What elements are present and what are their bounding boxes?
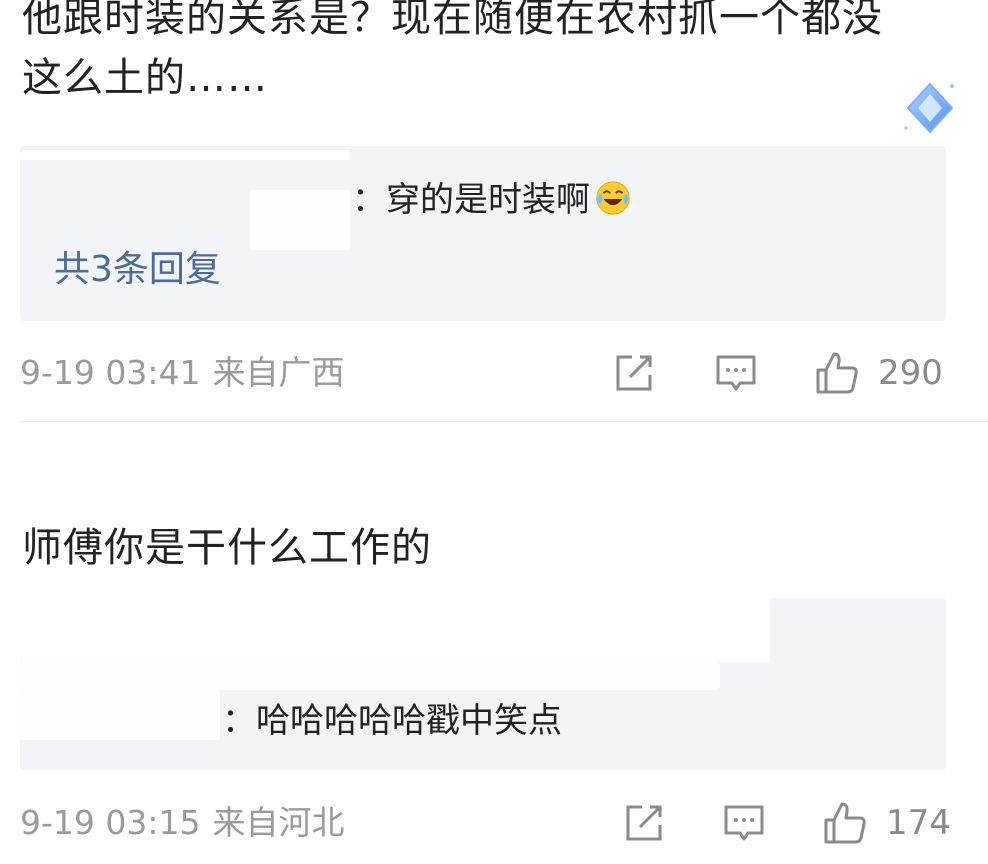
like-count-2: 174	[886, 803, 951, 843]
reply-2-text: ：哈哈哈哈哈戳中笑点	[222, 701, 562, 741]
reply-preview-box-1[interactable]	[20, 146, 946, 321]
like-count-1: 290	[878, 353, 943, 393]
like-icon	[816, 352, 858, 394]
blurred-username-strip	[20, 662, 720, 690]
like-button-1[interactable]: 290	[814, 348, 943, 398]
diamond-badge-icon	[904, 82, 954, 134]
laughing-crying-emoji-icon	[596, 181, 630, 215]
comment-1-location: 来自广西	[212, 353, 345, 392]
blurred-username-strip	[20, 150, 350, 160]
comment-2-time: 9-19 03:15	[20, 803, 201, 842]
like-icon	[824, 802, 866, 844]
reply-2-line: ：哈哈哈哈哈戳中笑点	[222, 697, 562, 745]
share-icon[interactable]	[612, 351, 656, 395]
comment-2-meta: 9-19 03:15 来自河北	[20, 801, 345, 845]
comment-icon[interactable]	[722, 801, 766, 845]
comment-divider	[20, 421, 988, 422]
reply-1-text: ：穿的是时装啊	[352, 180, 590, 220]
comment-1-text: 他跟时装的关系是？现在随便在农村抓一个都没这么土的……	[22, 0, 883, 101]
blurred-username-strip	[250, 190, 350, 250]
reply-1-line: ：穿的是时装啊	[352, 176, 632, 224]
comment-2-text: 师傅你是干什么工作的	[22, 525, 432, 571]
comment-1-meta: 9-19 03:41 来自广西	[20, 351, 345, 395]
comment-icon[interactable]	[714, 351, 758, 395]
comment-1-time: 9-19 03:41	[20, 353, 201, 392]
like-button-2[interactable]: 174	[822, 798, 951, 848]
blurred-username-strip	[20, 690, 220, 740]
view-all-replies-link[interactable]: 共3条回复	[54, 246, 221, 294]
blurred-username-strip	[20, 598, 770, 662]
share-icon[interactable]	[622, 801, 666, 845]
comment-2-location: 来自河北	[212, 803, 345, 842]
